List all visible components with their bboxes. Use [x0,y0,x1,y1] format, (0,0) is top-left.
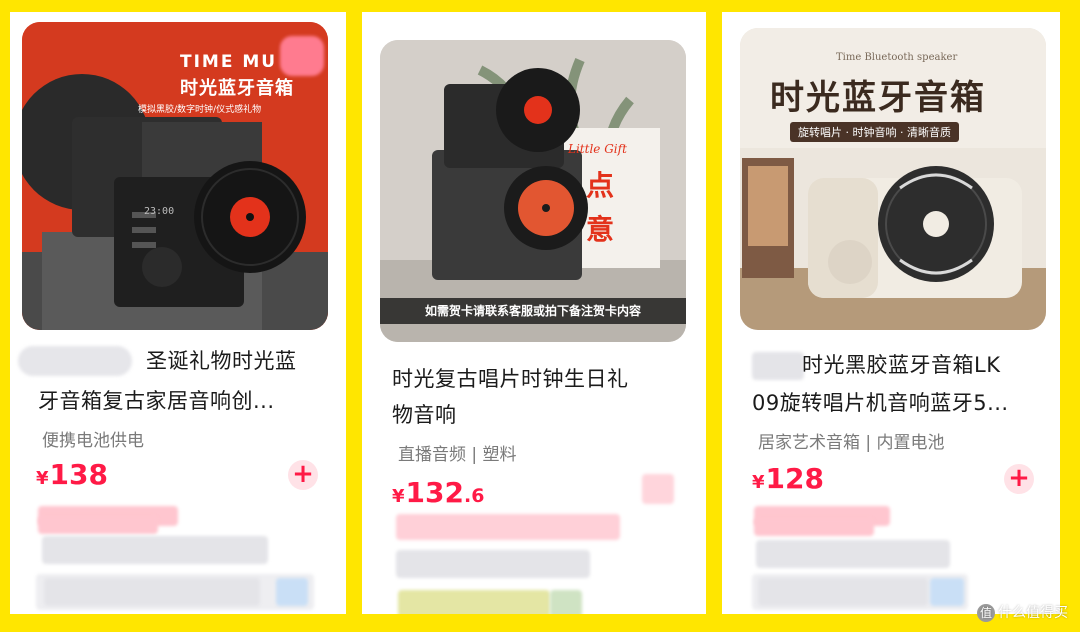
watermark-logo-icon: 值 [977,604,995,622]
price-integer: 138 [49,458,108,491]
redacted-shop-2 [398,590,550,614]
bag-text: Little Gift [568,142,627,156]
image-headline: TIME MU [180,52,278,72]
redacted-info-3 [756,540,950,568]
image-caption: 旋转唱片 · 时钟音响 · 清晰音质 [790,122,959,142]
site-watermark: 值什么值得买 [977,602,1068,622]
price-integer: 128 [765,462,824,495]
redacted-badge [280,36,324,76]
product-card-2[interactable]: Little Gift 点 意 如需贺卡请联系客服或拍下备注贺卡内容 时光复古唱… [362,12,706,614]
product-price-2: ¥132.6 [392,476,484,509]
image-caption: 模拟黑胶/数字时钟/仪式感礼物 [138,105,262,115]
product-tags-1: 便携电池供电 [42,431,144,451]
plus-icon: + [1008,463,1030,493]
image-small-text: Time Bluetooth speaker [836,52,958,63]
product-price-3: ¥128 [752,462,824,495]
product-title-3-line2[interactable]: 09旋转唱片机音响蓝牙5... [752,386,1009,420]
plus-icon: + [292,459,314,489]
redacted-shop-tag [18,346,132,376]
product-image-2[interactable]: Little Gift 点 意 如需贺卡请联系客服或拍下备注贺卡内容 [380,40,686,342]
redacted-shop-icon-3 [930,578,964,606]
product-card-1[interactable]: TIME MU 时光蓝牙音箱 模拟黑胶/数字时钟/仪式感礼物 23:00 圣诞礼… [10,12,346,614]
product-price-1: ¥138 [36,458,108,491]
image-headline: 时光蓝牙音箱 [770,78,986,118]
bag-char-2: 意 [586,213,615,246]
add-to-cart-button-3[interactable]: + [1004,464,1034,494]
product-title-1-line1[interactable]: 圣诞礼物时光蓝 [146,344,297,378]
redacted-shop-name-1 [44,578,260,606]
redacted-info-1 [42,536,268,564]
bag-char-1: 点 [586,169,615,202]
redacted-info-2 [396,550,590,578]
product-title-1-line2[interactable]: 牙音箱复古家居音响创... [38,384,275,418]
redacted-shop-icon-1 [276,578,308,606]
redacted-shop-icon-2 [550,590,582,614]
currency-symbol: ¥ [752,472,765,493]
product-tags-2: 直播音频 | 塑料 [398,445,517,465]
price-decimal: .6 [463,485,485,507]
image-subhead: 时光蓝牙音箱 [180,78,294,99]
image-note: 如需贺卡请联系客服或拍下备注贺卡内容 [424,304,641,318]
product-card-3[interactable]: Time Bluetooth speaker 时光蓝牙音箱 旋转唱片 · 时钟音… [722,12,1060,614]
redacted-promo-2 [396,514,620,540]
product-tags-3: 居家艺术音箱 | 内置电池 [758,433,945,453]
price-integer: 132 [405,476,464,509]
product-image-3[interactable]: Time Bluetooth speaker 时光蓝牙音箱 旋转唱片 · 时钟音… [740,28,1046,330]
product-title-3-line1[interactable]: 时光黑胶蓝牙音箱LK [802,348,1000,382]
speaker-photo-2 [380,40,686,342]
product-title-2-line2[interactable]: 物音响 [392,398,457,432]
redacted-badge-2 [642,474,674,504]
watermark-text: 什么值得买 [998,605,1068,621]
clock-display: 23:00 [144,206,175,217]
currency-symbol: ¥ [36,468,49,489]
product-title-2-line1[interactable]: 时光复古唱片时钟生日礼 [392,362,629,396]
redacted-shop-name-3 [758,578,928,606]
redacted-shop-tag-3 [752,352,804,380]
redacted-promo-1b [38,516,158,534]
add-to-cart-button-1[interactable]: + [288,460,318,490]
currency-symbol: ¥ [392,486,405,507]
product-image-1[interactable]: TIME MU 时光蓝牙音箱 模拟黑胶/数字时钟/仪式感礼物 23:00 [22,22,328,330]
redacted-promo-3b [754,518,874,536]
